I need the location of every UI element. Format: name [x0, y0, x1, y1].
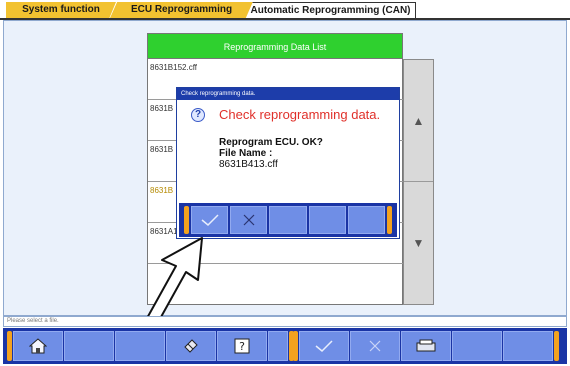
bar-cap [184, 206, 189, 234]
toolbar-right-group [293, 331, 559, 361]
cross-icon [369, 340, 381, 352]
list-header: Reprogramming Data List [147, 33, 403, 59]
cross-icon [243, 214, 255, 226]
bar-cap [387, 206, 392, 234]
empty-button [308, 206, 346, 234]
breadcrumb-system-function[interactable]: System function [6, 2, 116, 18]
triangle-up-icon: ▲ [412, 113, 425, 128]
check-icon [315, 340, 333, 353]
dialog-line-file-label: File Name : [219, 148, 273, 159]
dialog-file-name: 8631B413.cff [219, 159, 278, 170]
toolbar-cap [7, 331, 12, 361]
empty-button [115, 331, 165, 361]
ok-button[interactable] [190, 206, 229, 234]
help-button[interactable]: ? [217, 331, 267, 361]
dialog-title: Check reprogramming data. [177, 88, 399, 100]
eraser-icon [184, 339, 198, 353]
printer-icon [416, 339, 436, 352]
empty-button [503, 331, 553, 361]
home-icon [29, 338, 47, 354]
home-button[interactable] [13, 331, 63, 361]
dialog-button-bar [179, 203, 397, 237]
check-icon [201, 214, 219, 227]
breadcrumb-automatic-reprogramming: Automatic Reprogramming (CAN) [246, 2, 416, 18]
list-scrollbar[interactable]: ▲ ▼ [403, 59, 434, 305]
cancel-button[interactable] [230, 206, 268, 234]
empty-button [269, 206, 307, 234]
scroll-up-button[interactable]: ▲ [404, 60, 433, 182]
confirm-toolbar-button[interactable] [299, 331, 349, 361]
help-icon: ? [234, 338, 250, 354]
toolbar-left-group: ? [7, 331, 294, 361]
empty-button [64, 331, 114, 361]
print-button[interactable] [401, 331, 451, 361]
question-icon: ? [191, 108, 205, 122]
cancel-toolbar-button[interactable] [350, 331, 400, 361]
empty-button [452, 331, 502, 361]
breadcrumb: System function ECU Reprogramming Automa… [0, 0, 570, 20]
confirm-dialog: Check reprogramming data. ? Check reprog… [176, 87, 400, 239]
toolbar-cap [554, 331, 559, 361]
print-setup-button[interactable] [166, 331, 216, 361]
dialog-heading: Check reprogramming data. [219, 107, 381, 122]
empty-button [347, 206, 386, 234]
bottom-toolbar: ? [3, 328, 567, 364]
scroll-down-button[interactable]: ▼ [404, 182, 433, 304]
status-bar: Please select a file. [3, 316, 567, 327]
svg-text:?: ? [239, 340, 245, 353]
dialog-message: Reprogram ECU. OK? File Name : 8631B413.… [219, 137, 323, 170]
dialog-line-confirm: Reprogram ECU. OK? [219, 137, 323, 148]
empty-button [268, 331, 288, 361]
breadcrumb-ecu-reprogramming[interactable]: ECU Reprogramming [110, 2, 253, 18]
triangle-down-icon: ▼ [412, 236, 425, 250]
toolbar-cap [293, 331, 298, 361]
